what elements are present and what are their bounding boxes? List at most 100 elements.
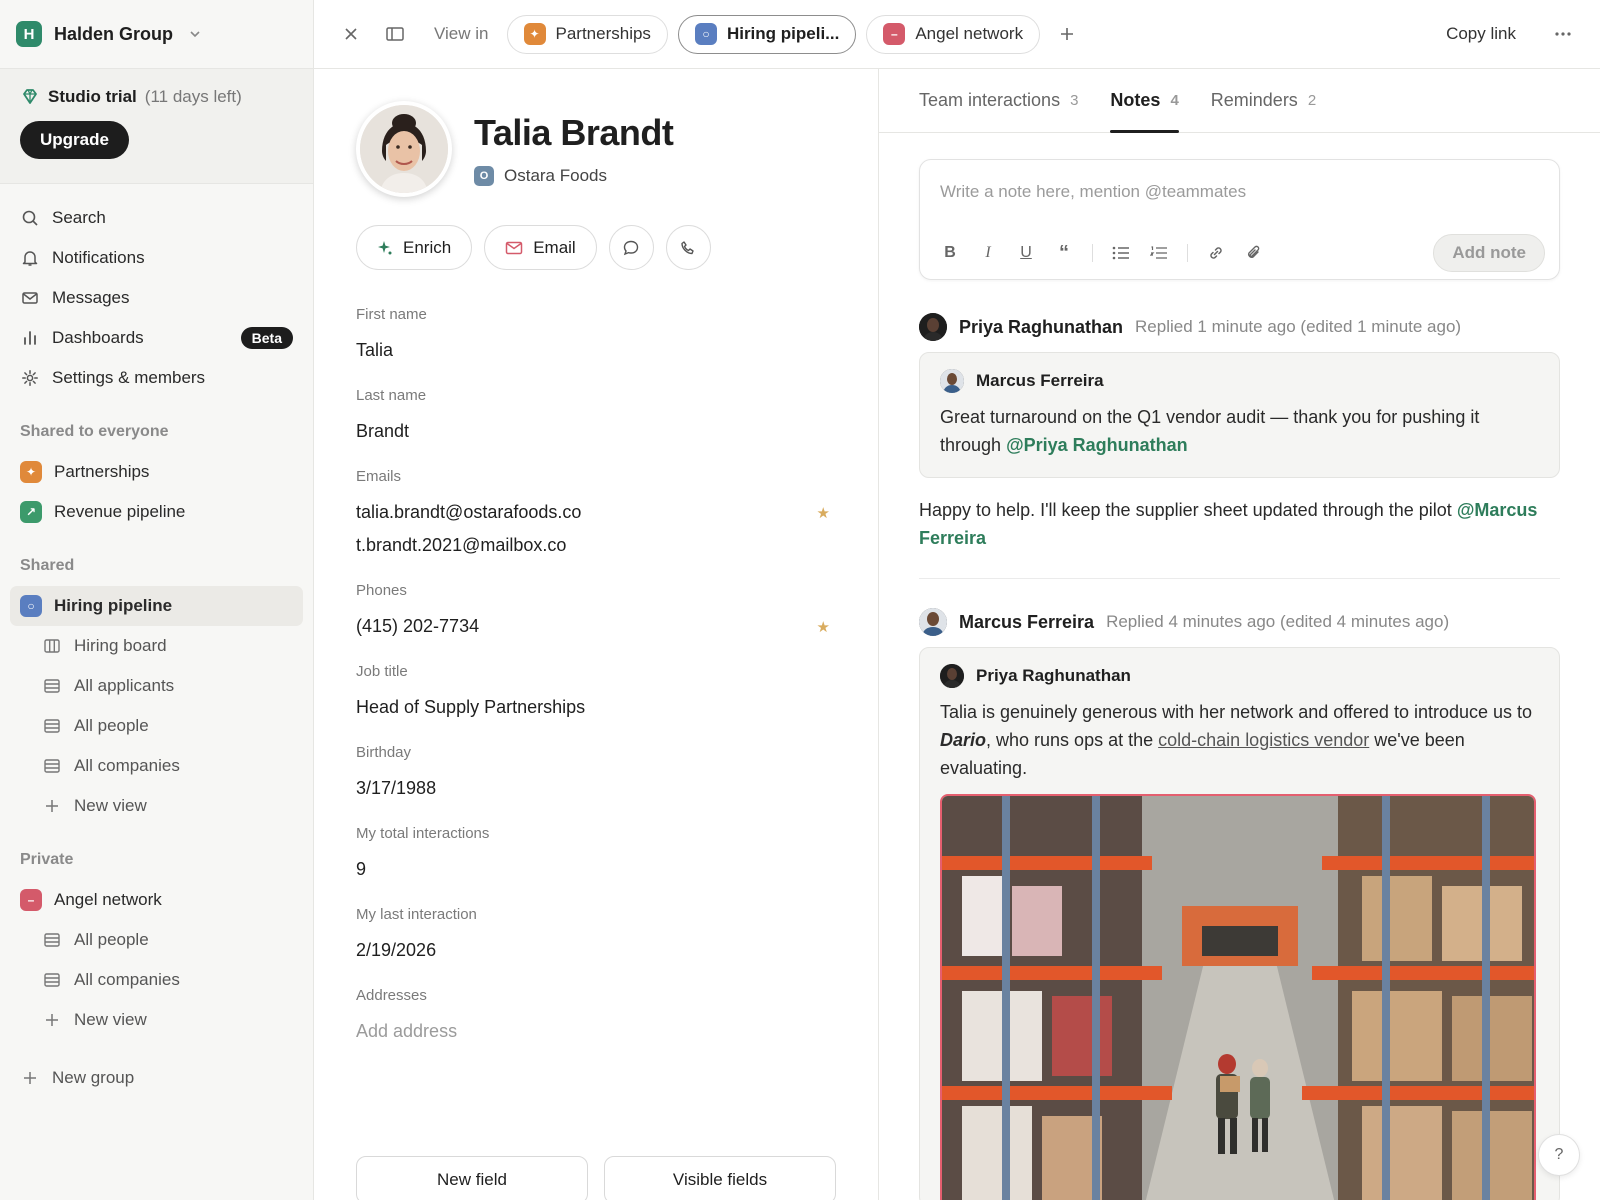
hiring-pipeline-icon: ○ xyxy=(694,23,717,45)
list-revenue-pipeline[interactable]: ↗ Revenue pipeline xyxy=(0,492,313,532)
table-icon xyxy=(42,970,62,990)
activity-tabs: Team interactions 3 Notes 4 Reminders 2 xyxy=(879,69,1600,133)
new-view-button[interactable]: New view xyxy=(0,786,313,826)
last-name-value[interactable]: Brandt xyxy=(356,421,836,442)
note-input[interactable]: Write a note here, mention @teammates xyxy=(940,182,1539,202)
field-label: Addresses xyxy=(356,987,427,1004)
quote-icon[interactable]: “ xyxy=(1054,242,1074,264)
new-group-button[interactable]: New group xyxy=(0,1058,313,1098)
bell-icon xyxy=(20,248,40,268)
angel-network-icon: – xyxy=(883,23,906,45)
tab-angel-network[interactable]: – Angel network xyxy=(866,14,1041,54)
help-button[interactable]: ? xyxy=(1538,1134,1580,1176)
view-all-companies-private[interactable]: All companies xyxy=(0,960,313,1000)
quoted-author[interactable]: Priya Raghunathan xyxy=(976,666,1131,686)
avatar xyxy=(940,369,964,393)
list-hiring-pipeline[interactable]: ○ Hiring pipeline xyxy=(10,586,303,626)
quoted-author[interactable]: Marcus Ferreira xyxy=(976,371,1104,391)
gem-icon xyxy=(20,87,40,107)
nav-settings[interactable]: Settings & members xyxy=(0,358,313,398)
enrich-button[interactable]: Enrich xyxy=(356,225,473,270)
sidebar-toggle-icon[interactable] xyxy=(378,17,412,51)
email-button[interactable]: Email xyxy=(484,225,597,270)
list-angel-network[interactable]: – Angel network xyxy=(0,880,313,920)
note-author[interactable]: Marcus Ferreira xyxy=(959,612,1094,633)
birthday-value[interactable]: 3/17/1988 xyxy=(356,778,836,799)
numbered-list-icon[interactable] xyxy=(1149,243,1169,263)
view-all-applicants[interactable]: All applicants xyxy=(0,666,313,706)
tab-hiring-pipeline[interactable]: ○ Hiring pipeli... xyxy=(677,14,857,54)
section-shared: Shared xyxy=(20,557,75,574)
tab-reminders[interactable]: Reminders 2 xyxy=(1211,68,1316,132)
nav-messages[interactable]: Messages xyxy=(0,278,313,318)
email-value: talia.brandt@ostarafoods.co xyxy=(356,502,582,522)
list-label: Revenue pipeline xyxy=(54,502,186,521)
star-icon: ★ xyxy=(816,504,830,522)
view-all-people[interactable]: All people xyxy=(0,706,313,746)
mention-link[interactable]: @Priya Raghunathan xyxy=(1006,435,1188,455)
italic-icon[interactable]: I xyxy=(978,243,998,263)
beta-badge: Beta xyxy=(240,327,293,349)
underline-icon[interactable]: U xyxy=(1016,243,1036,263)
link-icon[interactable] xyxy=(1206,243,1226,263)
tab-notes[interactable]: Notes 4 xyxy=(1110,68,1180,133)
new-field-button[interactable]: New field xyxy=(356,1156,588,1200)
vendor-link[interactable]: cold-chain logistics vendor xyxy=(1158,730,1369,750)
email-row[interactable]: t.brandt.2021@mailbox.co xyxy=(356,535,836,556)
add-address-input[interactable]: Add address xyxy=(356,1021,836,1042)
field-last-name: Last name Brandt xyxy=(356,387,836,442)
avatar xyxy=(919,608,947,636)
job-title-value[interactable]: Head of Supply Partnerships xyxy=(356,697,836,718)
message-button[interactable] xyxy=(608,225,654,270)
visible-fields-button[interactable]: Visible fields xyxy=(604,1156,836,1200)
bold-icon[interactable]: B xyxy=(940,243,960,263)
angel-network-icon: – xyxy=(20,889,42,911)
phone-row[interactable]: (415) 202-7734 ★ xyxy=(356,616,836,637)
tab-label: Hiring pipeli... xyxy=(726,24,840,43)
toolbar-divider xyxy=(1187,244,1188,262)
tab-partnerships[interactable]: ✦ Partnerships xyxy=(506,14,668,54)
record-company[interactable]: O Ostara Foods xyxy=(474,166,673,186)
call-button[interactable] xyxy=(665,225,711,270)
field-birthday: Birthday 3/17/1988 xyxy=(356,744,836,799)
paperclip-icon[interactable] xyxy=(1244,243,1264,263)
new-view-button-private[interactable]: New view xyxy=(0,1000,313,1040)
view-all-companies[interactable]: All companies xyxy=(0,746,313,786)
workspace-switcher[interactable]: H Halden Group xyxy=(0,0,313,69)
field-job-title: Job title Head of Supply Partnerships xyxy=(356,663,836,718)
workspace-name: Halden Group xyxy=(54,23,174,44)
email-row[interactable]: talia.brandt@ostarafoods.co ★ xyxy=(356,502,836,523)
sidebar: H Halden Group Studio trial (11 days lef… xyxy=(0,0,314,1200)
list-label: Angel network xyxy=(54,890,162,909)
record-topbar: View in ✦ Partnerships ○ Hiring pipeli..… xyxy=(314,0,1600,69)
first-name-value[interactable]: Talia xyxy=(356,340,836,361)
gear-icon xyxy=(20,368,40,388)
field-total-interactions: My total interactions 9 xyxy=(356,825,836,880)
bar-chart-icon xyxy=(20,328,40,348)
note-author[interactable]: Priya Raghunathan xyxy=(959,317,1123,338)
nav-search[interactable]: Search xyxy=(0,198,313,238)
tab-count: 4 xyxy=(1170,91,1179,109)
mail-icon xyxy=(20,288,40,308)
close-icon[interactable] xyxy=(334,17,368,51)
bullet-list-icon[interactable] xyxy=(1111,243,1131,263)
view-all-people-private[interactable]: All people xyxy=(0,920,313,960)
nav-dashboards[interactable]: Dashboards Beta xyxy=(0,318,313,358)
list-partnerships[interactable]: ✦ Partnerships xyxy=(0,452,313,492)
warehouse-photo[interactable] xyxy=(940,794,1536,1200)
search-icon xyxy=(20,208,40,228)
view-label: New view xyxy=(74,1010,147,1029)
note-composer[interactable]: Write a note here, mention @teammates B … xyxy=(919,159,1560,280)
tab-team-interactions[interactable]: Team interactions 3 xyxy=(919,68,1078,132)
quoted-note: Marcus Ferreira Great turnaround on the … xyxy=(919,352,1560,478)
plus-icon xyxy=(20,1068,40,1088)
upgrade-button[interactable]: Upgrade xyxy=(20,121,129,159)
nav-notifications[interactable]: Notifications xyxy=(0,238,313,278)
copy-link-button[interactable]: Copy link xyxy=(1446,24,1516,44)
view-hiring-board[interactable]: Hiring board xyxy=(0,626,313,666)
more-options-icon[interactable] xyxy=(1546,17,1580,51)
add-note-button[interactable]: Add note xyxy=(1433,234,1545,272)
reply-body: Happy to help. I'll keep the supplier sh… xyxy=(919,500,1452,520)
record-name: Talia Brandt xyxy=(474,112,674,153)
add-tab-icon[interactable] xyxy=(1050,17,1084,51)
